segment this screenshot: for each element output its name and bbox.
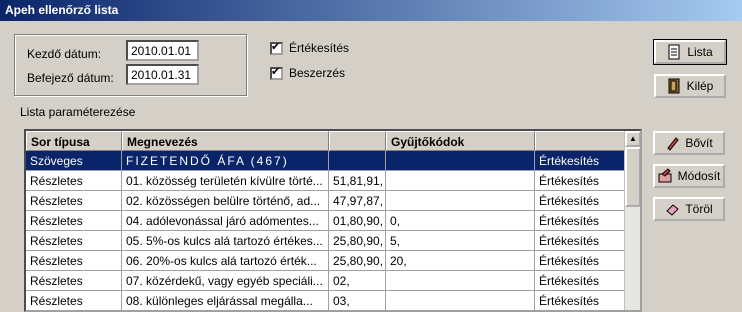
table-cell: 01. közösség területén kívülre törté... bbox=[122, 171, 329, 191]
col-header-codes[interactable]: Gyűjtőkódok bbox=[386, 131, 535, 151]
door-exit-icon bbox=[668, 78, 680, 94]
start-date-label: Kezdő dátum: bbox=[27, 47, 102, 61]
table-cell: 51,81,91, bbox=[329, 171, 386, 191]
col-header-name[interactable]: Megnevezés bbox=[122, 131, 329, 151]
table-cell: 47,97,87, bbox=[329, 191, 386, 211]
table-cell: 02, bbox=[329, 271, 386, 291]
table-cell: 25,80,90, bbox=[329, 251, 386, 271]
table-cell bbox=[386, 271, 535, 291]
table-cell: Értékesítés bbox=[535, 151, 628, 171]
table-row[interactable]: Részletes 06. 20%-os kulcs alá tartozó ér… bbox=[26, 251, 628, 271]
table-cell: 20, bbox=[386, 251, 535, 271]
end-date-label: Befejező dátum: bbox=[27, 71, 114, 85]
table-cell: 01,80,90, bbox=[329, 211, 386, 231]
table-cell: Szöveges bbox=[26, 151, 122, 171]
table-cell: Részletes bbox=[26, 191, 122, 211]
list-button-label: Lista bbox=[687, 45, 713, 59]
table-cell: Értékesítés bbox=[535, 211, 628, 231]
table-cell: Értékesítés bbox=[535, 231, 628, 251]
table-row[interactable]: Részletes 05. 5%-os kulcs alá tartozó ért… bbox=[26, 231, 628, 251]
scroll-up-arrow-icon[interactable]: ▲ bbox=[625, 131, 640, 147]
table-cell: FIZETENDŐ ÁFA (467) bbox=[122, 151, 329, 171]
edit-icon bbox=[658, 168, 672, 183]
table-cell: Értékesítés bbox=[535, 271, 628, 291]
section-label: Lista paraméterezése bbox=[20, 105, 136, 119]
purchase-checkbox-label: Beszerzés bbox=[289, 66, 346, 80]
table-cell: 07. közérdekű, vagy egyéb speciáli... bbox=[122, 271, 329, 291]
col-header-blank-2[interactable] bbox=[535, 131, 628, 151]
col-header-blank-1[interactable] bbox=[329, 131, 386, 151]
modify-button-label: Módosít bbox=[677, 169, 721, 183]
table-cell: 06. 20%-os kulcs alá tartozó érték... bbox=[122, 251, 329, 271]
table-cell: Részletes bbox=[26, 211, 122, 231]
expand-button-label: Bővít bbox=[685, 136, 713, 150]
table-cell: Részletes bbox=[26, 171, 122, 191]
eraser-icon bbox=[666, 204, 680, 216]
table-cell: 0, bbox=[386, 211, 535, 231]
sales-checkbox[interactable]: Értékesítés bbox=[270, 40, 350, 55]
table-cell: 04. adólevonással járó adómentes... bbox=[122, 211, 329, 231]
table-cell: Értékesítés bbox=[535, 291, 628, 310]
table-cell bbox=[386, 191, 535, 211]
table-cell: Értékesítés bbox=[535, 251, 628, 271]
table-cell: 03, bbox=[329, 291, 386, 310]
parameter-table[interactable]: Sor típusa Megnevezés Gyűjtőkódok Szöveg… bbox=[24, 129, 642, 312]
start-date-field[interactable]: 2010.01.01 bbox=[126, 40, 199, 61]
delete-button[interactable]: Töröl bbox=[653, 197, 725, 221]
table-row[interactable]: Részletes 08. különleges eljárással megál… bbox=[26, 291, 628, 310]
table-header: Sor típusa Megnevezés Gyűjtőkódok bbox=[26, 131, 628, 151]
table-cell bbox=[386, 171, 535, 191]
pencil-icon bbox=[667, 137, 679, 151]
exit-button[interactable]: Kilép bbox=[654, 74, 726, 98]
purchase-checkbox[interactable]: Beszerzés bbox=[270, 65, 346, 80]
document-icon bbox=[668, 44, 680, 60]
sales-checkbox-label: Értékesítés bbox=[289, 41, 350, 55]
col-header-type[interactable]: Sor típusa bbox=[26, 131, 122, 151]
modify-button[interactable]: Módosít bbox=[653, 164, 725, 188]
expand-button[interactable]: Bővít bbox=[653, 131, 725, 155]
table-cell: 5, bbox=[386, 231, 535, 251]
table-cell: Értékesítés bbox=[535, 191, 628, 211]
exit-button-label: Kilép bbox=[686, 79, 714, 93]
list-button[interactable]: Lista bbox=[653, 39, 727, 65]
purchase-checkbox-box[interactable] bbox=[270, 65, 283, 80]
window-title: Apeh ellenőrző lista bbox=[0, 0, 742, 21]
table-cell: 05. 5%-os kulcs alá tartozó értékes... bbox=[122, 231, 329, 251]
table-cell: 02. közösségen belülre történő, ad... bbox=[122, 191, 329, 211]
table-cell: Értékesítés bbox=[535, 171, 628, 191]
table-cell: 25,80,90, bbox=[329, 231, 386, 251]
table-cell: Részletes bbox=[26, 291, 122, 310]
table-cell bbox=[329, 151, 386, 171]
table-row[interactable]: Részletes 01. közösség területén kívülre … bbox=[26, 171, 628, 191]
table-cell bbox=[386, 291, 535, 310]
table-cell: Részletes bbox=[26, 251, 122, 271]
delete-button-label: Töröl bbox=[685, 202, 713, 216]
table-cell: Részletes bbox=[26, 231, 122, 251]
table-cell: 08. különleges eljárással megálla... bbox=[122, 291, 329, 310]
table-row[interactable]: Részletes 07. közérdekű, vagy egyéb speci… bbox=[26, 271, 628, 291]
table-row[interactable]: Részletes 02. közösségen belülre történő,… bbox=[26, 191, 628, 211]
table-cell: Részletes bbox=[26, 271, 122, 291]
end-date-field[interactable]: 2010.01.31 bbox=[126, 64, 199, 85]
table-cell bbox=[386, 151, 535, 171]
sales-checkbox-box[interactable] bbox=[270, 40, 283, 55]
table-row[interactable]: Részletes 04. adólevonással járó adómente… bbox=[26, 211, 628, 231]
vertical-scrollbar[interactable]: ▲ bbox=[624, 131, 640, 310]
scroll-thumb[interactable] bbox=[625, 147, 640, 207]
table-row[interactable]: Szöveges FIZETENDŐ ÁFA (467) Értékesítés bbox=[26, 151, 628, 171]
